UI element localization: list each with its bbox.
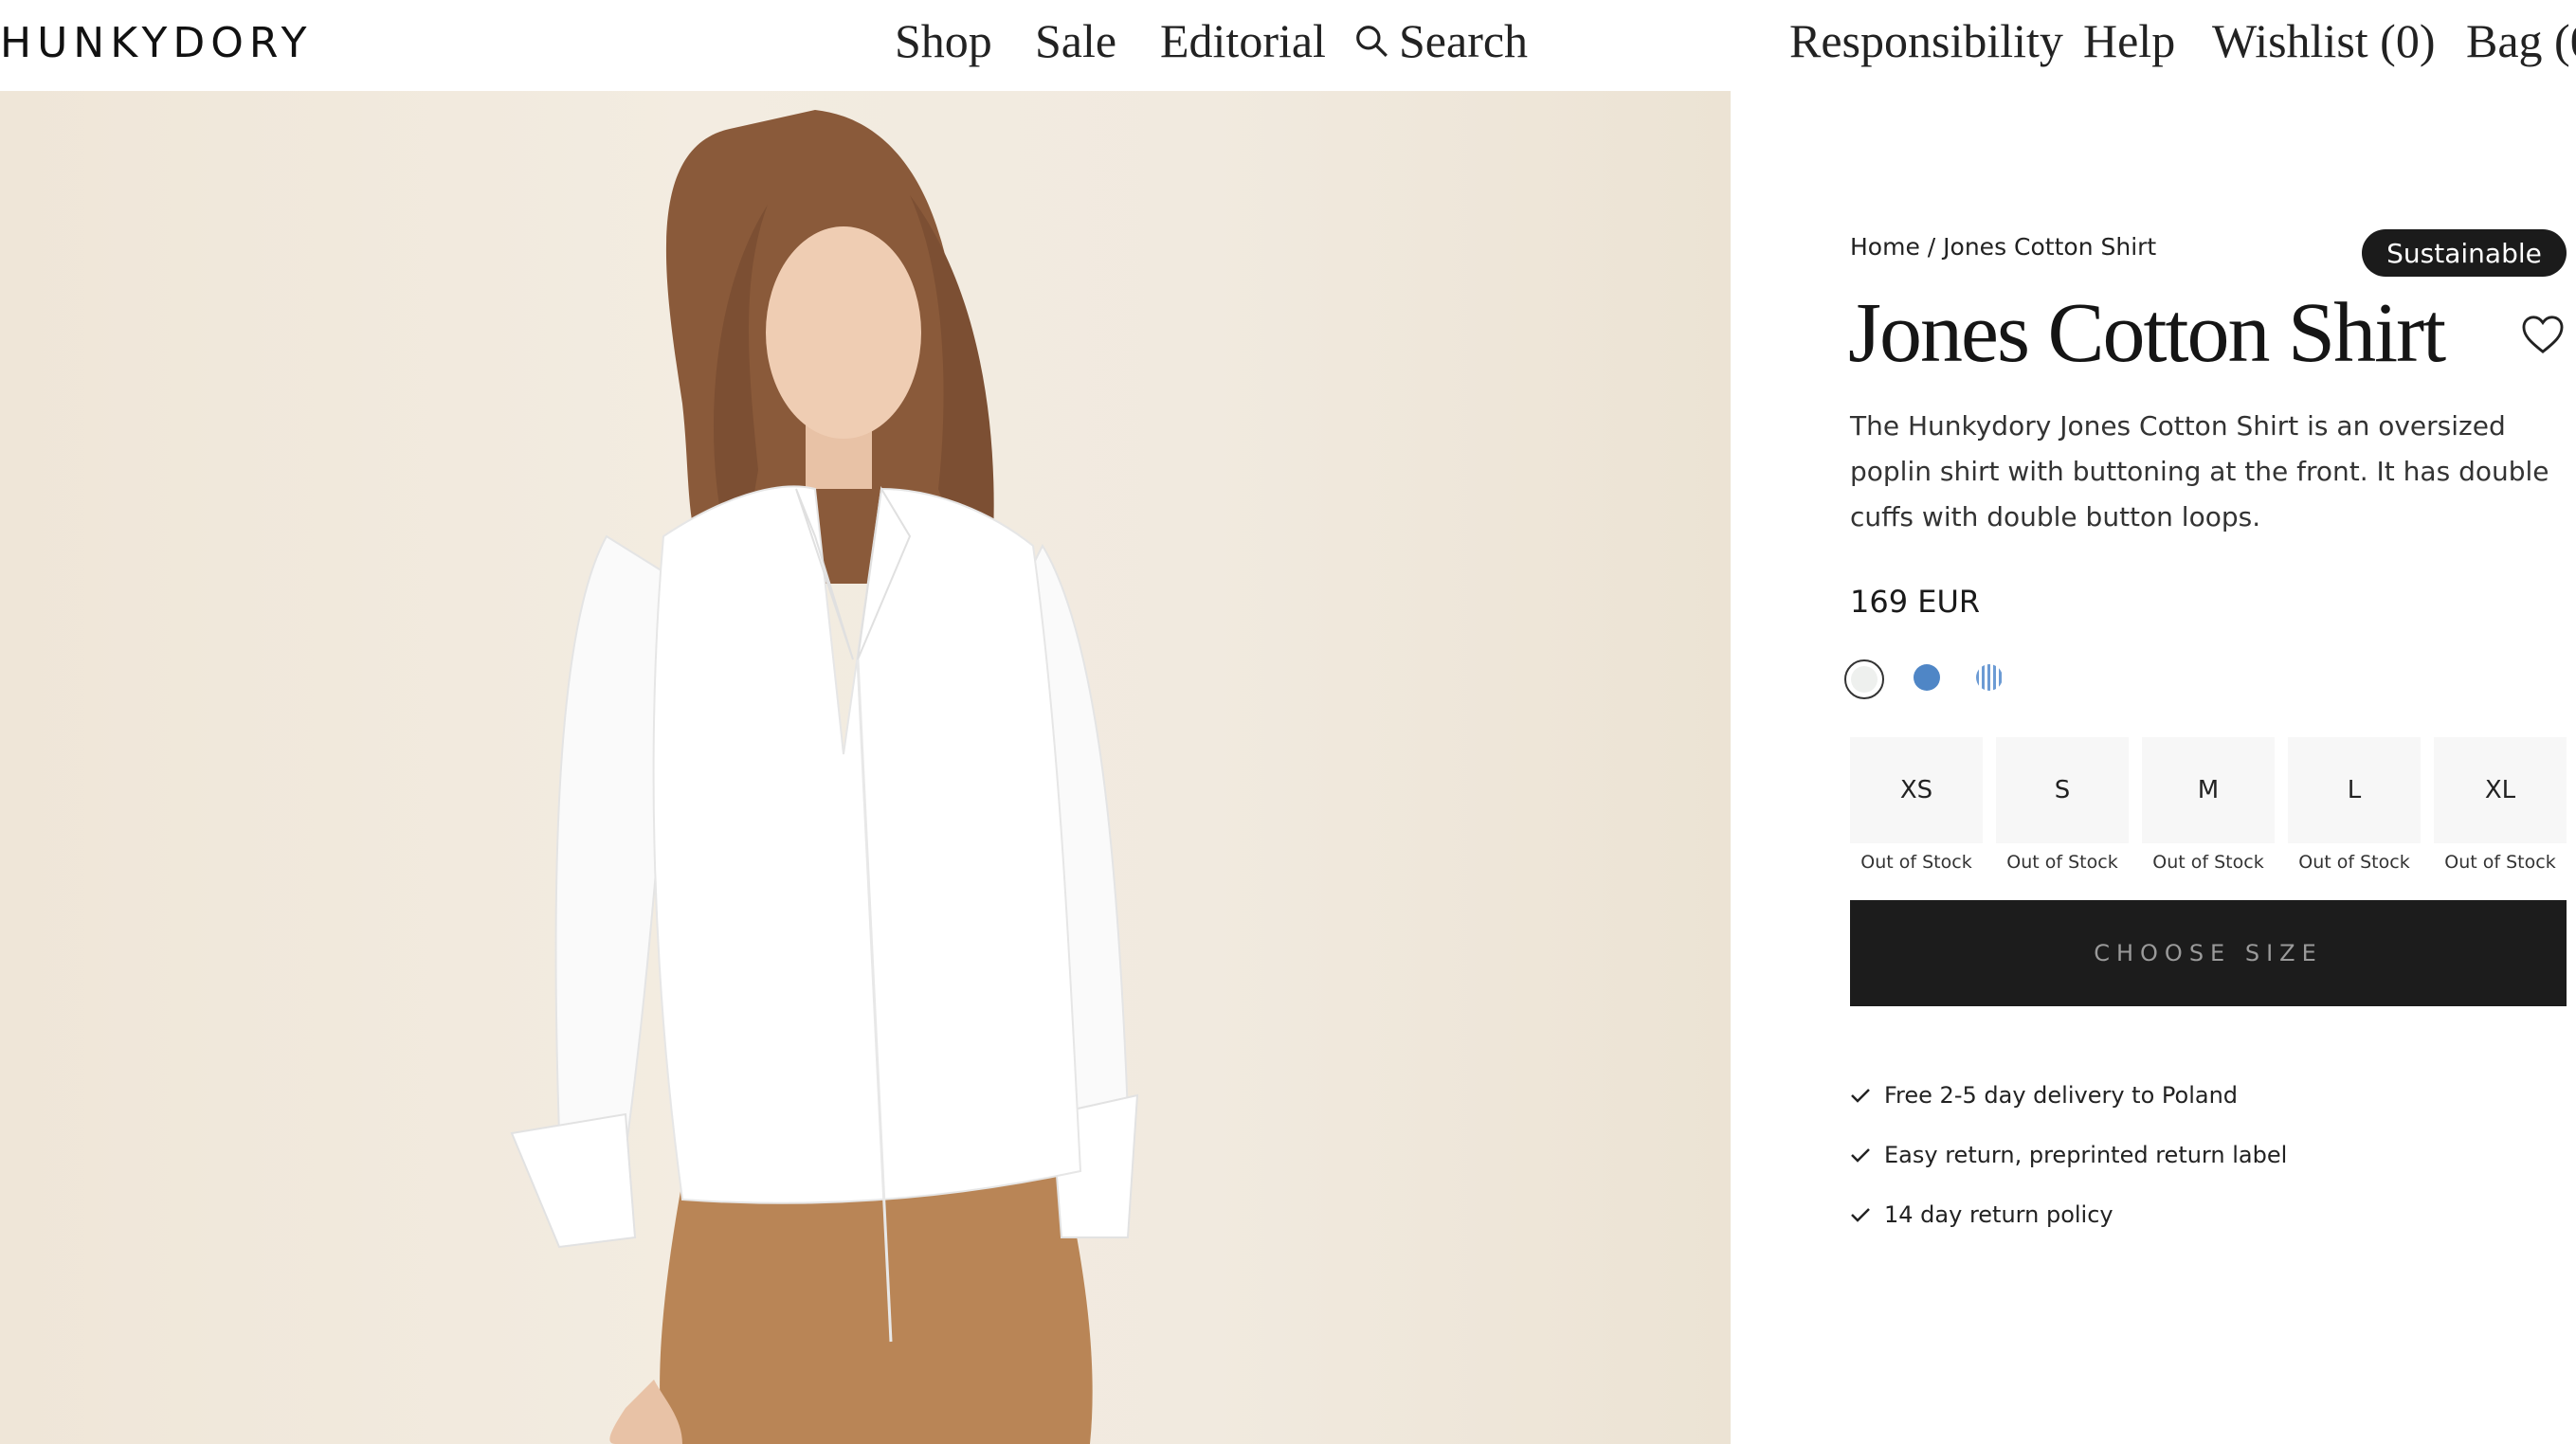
color-swatch-blue-stripe[interactable] [1971, 659, 2011, 699]
size-l-stock-status: Out of Stock [2298, 852, 2410, 873]
size-option-s[interactable]: S [1996, 737, 2129, 843]
perk-delivery: Free 2-5 day delivery to Poland [1850, 1082, 2238, 1109]
product-title: Jones Cotton Shirt [1848, 286, 2446, 380]
size-s-stock-status: Out of Stock [2006, 852, 2118, 873]
product-image[interactable] [0, 91, 1731, 1444]
size-xl-stock-status: Out of Stock [2444, 852, 2556, 873]
color-swatch-white[interactable] [1844, 659, 1884, 699]
search-icon [1356, 26, 1388, 57]
size-m-stock-status: Out of Stock [2152, 852, 2264, 873]
breadcrumb-separator: / [1927, 233, 1936, 261]
size-option-xs[interactable]: XS [1850, 737, 1983, 843]
check-icon [1851, 1089, 1870, 1103]
product-panel: Home / Jones Cotton Shirt Sustainable Jo… [1731, 91, 2576, 1444]
color-swatch-blue[interactable] [1909, 659, 1949, 699]
nav-bag[interactable]: Bag (0) [2466, 13, 2576, 68]
nav-responsibility[interactable]: Responsibility [1789, 13, 2063, 68]
perk-text: Free 2-5 day delivery to Poland [1884, 1082, 2239, 1109]
perk-text: Easy return, preprinted return label [1884, 1142, 2288, 1168]
nav-shop[interactable]: Shop [895, 13, 992, 68]
brand-logo[interactable]: HUNKYDORY [0, 19, 313, 67]
site-header: HUNKYDORY Shop Sale Editorial Search Res… [0, 0, 2576, 91]
size-option-xl[interactable]: XL [2434, 737, 2567, 843]
breadcrumb: Home / Jones Cotton Shirt [1850, 233, 2156, 261]
product-description: The Hunkydory Jones Cotton Shirt is an o… [1850, 410, 2549, 532]
nav-wishlist[interactable]: Wishlist (0) [2212, 13, 2435, 68]
nav-editorial[interactable]: Editorial [1160, 13, 1326, 68]
wishlist-heart-icon[interactable] [2521, 315, 2565, 354]
product-price: 169 EUR [1850, 584, 1981, 620]
perk-return-policy: 14 day return policy [1850, 1201, 2113, 1228]
size-option-l[interactable]: L [2288, 737, 2421, 843]
size-option-m[interactable]: M [2142, 737, 2275, 843]
size-xs-stock-status: Out of Stock [1860, 852, 1972, 873]
search-label: Search [1399, 14, 1529, 67]
product-photo-model-white-shirt [510, 110, 1139, 1444]
breadcrumb-home[interactable]: Home [1850, 233, 1920, 261]
perk-return-label: Easy return, preprinted return label [1850, 1142, 2287, 1168]
sustainable-badge: Sustainable [2362, 229, 2567, 277]
check-icon [1851, 1148, 1870, 1163]
perk-text: 14 day return policy [1884, 1201, 2113, 1228]
nav-sale[interactable]: Sale [1035, 13, 1116, 68]
choose-size-button[interactable]: CHOOSE SIZE [1850, 900, 2567, 1006]
nav-help[interactable]: Help [2083, 13, 2175, 68]
breadcrumb-current: Jones Cotton Shirt [1943, 233, 2157, 261]
nav-search[interactable]: Search [1353, 13, 1528, 68]
check-icon [1851, 1208, 1870, 1222]
